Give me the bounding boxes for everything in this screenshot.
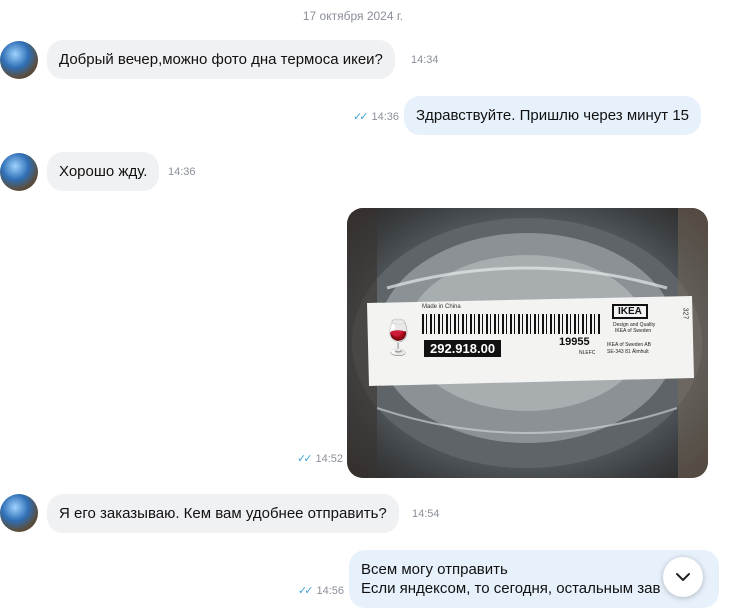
message-time: 14:54 (412, 508, 440, 520)
message-text: Здравствуйте. Пришлю через минут 15 (416, 107, 690, 124)
message-bubble-outgoing[interactable]: Здравствуйте. Пришлю через минут 15 (404, 96, 702, 135)
avatar[interactable] (0, 494, 38, 532)
message-time: 14:52 (315, 453, 344, 465)
double-check-icon: ✓✓ (353, 111, 369, 123)
product-label: 🍷 Made in China 292.918.00 19955 NLEFC I… (367, 296, 695, 386)
double-check-icon: ✓✓ (298, 585, 314, 597)
label-code2: NLEFC (579, 350, 596, 356)
message-status: ✓✓ 14:56 (298, 584, 344, 597)
label-brand-note2: IKEA of Sweden (615, 328, 652, 334)
message-text: Добрый вечер,можно фото дна термоса икеи… (59, 51, 383, 68)
message-time: 14:36 (168, 166, 196, 178)
message-bubble-incoming[interactable]: Я его заказываю. Кем вам удобнее отправи… (47, 494, 399, 533)
photo-attachment[interactable]: 🍷 Made in China 292.918.00 19955 NLEFC I… (347, 208, 708, 478)
avatar[interactable] (0, 41, 38, 79)
message-text: Хорошо жду. (59, 163, 148, 180)
message-text-line: Если яндексом, то сегодня, остальным зав (361, 580, 661, 597)
message-time: 14:36 (371, 111, 400, 123)
label-side-text: 327 (681, 307, 689, 320)
food-safe-icon: 🍷 (377, 319, 420, 357)
date-separator: 17 октября 2024 г. (302, 9, 404, 23)
label-made-in: Made in China (422, 304, 461, 310)
message-status: ✓✓ 14:52 (297, 452, 343, 465)
label-address1: IKEA of Sweden AB (607, 342, 651, 348)
label-article: 292.918.00 (424, 340, 502, 357)
message-bubble-incoming[interactable]: Хорошо жду. (47, 152, 160, 191)
scroll-down-button[interactable] (663, 557, 703, 597)
barcode (422, 314, 602, 334)
message-text-line: Всем могу отправить (361, 561, 508, 578)
chevron-down-icon (676, 573, 690, 581)
ikea-logo-text: IKEA (618, 306, 642, 317)
message-time: 14:56 (316, 585, 345, 597)
avatar[interactable] (0, 153, 38, 191)
ikea-logo: IKEA (612, 304, 648, 319)
double-check-icon: ✓✓ (297, 453, 313, 465)
label-code: 19955 (559, 336, 590, 348)
message-bubble-incoming[interactable]: Добрый вечер,можно фото дна термоса икеи… (47, 40, 395, 79)
message-status: ✓✓ 14:36 (353, 110, 399, 123)
label-address2: SE-343 81 Älmhult (607, 349, 649, 355)
message-text: Я его заказываю. Кем вам удобнее отправи… (59, 505, 387, 522)
message-time: 14:34 (411, 54, 439, 66)
